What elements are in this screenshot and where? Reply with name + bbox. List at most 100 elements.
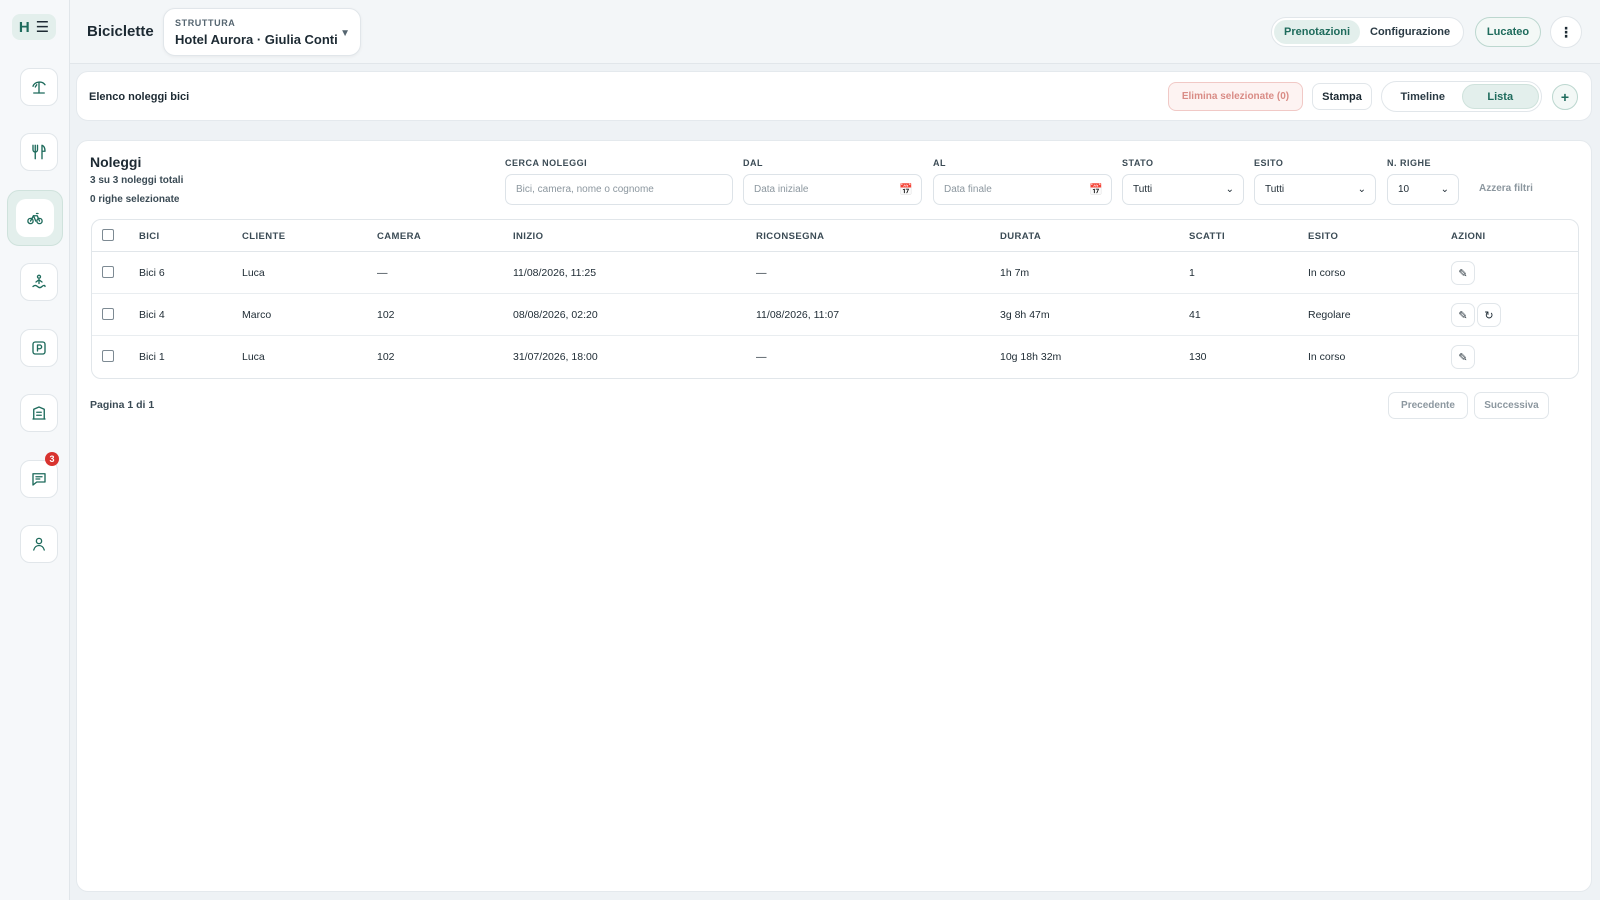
rows-value: 10	[1398, 184, 1410, 195]
sidebar-item-bikes[interactable]	[7, 190, 63, 246]
tab-prenotazioni[interactable]: Prenotazioni	[1274, 20, 1361, 44]
table-row[interactable]: Bici 6 Luca — 11/08/2026, 11:25 — 1h 7m …	[92, 252, 1578, 294]
more-menu-icon[interactable]: ⋮	[1550, 16, 1582, 48]
bike-icon	[27, 212, 43, 225]
cell-client: Marco	[242, 309, 272, 321]
delete-selected-button[interactable]: Elimina selezionate (0)	[1168, 82, 1303, 111]
calendar-icon[interactable]: 📅	[899, 183, 913, 196]
edit-icon[interactable]: ✎	[1451, 345, 1475, 369]
to-date-input[interactable]: Data finale 📅	[933, 174, 1112, 205]
chat-icon	[32, 473, 46, 486]
cell-client: Luca	[242, 351, 265, 363]
column-header: SCATTI	[1189, 231, 1225, 242]
rentals-count: 3 su 3 noleggi totali	[90, 175, 184, 186]
cell-room: 102	[377, 309, 395, 321]
reset-filters-button[interactable]: Azzera filtri	[1479, 183, 1533, 194]
to-date-placeholder: Data finale	[944, 184, 992, 195]
row-checkbox[interactable]	[102, 350, 114, 362]
status-select[interactable]: Tutti ⌄	[1122, 174, 1244, 205]
restore-icon[interactable]: ↻	[1477, 303, 1501, 327]
row-checkbox[interactable]	[102, 308, 114, 320]
toolbar-title: Elenco noleggi bici	[89, 91, 190, 103]
outcome-select[interactable]: Tutti ⌄	[1254, 174, 1376, 205]
edit-icon[interactable]: ✎	[1451, 303, 1475, 327]
structure-selector[interactable]: STRUTTURA Hotel Aurora · Giulia Conti ▼	[163, 8, 361, 56]
sidebar-item-spa[interactable]	[20, 394, 58, 432]
select-all-checkbox[interactable]	[102, 229, 114, 241]
user-button[interactable]: Lucateo	[1475, 17, 1541, 47]
rows-label: N. RIGHE	[1387, 158, 1432, 168]
search-input[interactable]: Bici, camera, nome o cognome	[505, 174, 733, 205]
search-label: CERCA NOLEGGI	[505, 158, 588, 168]
swimmer-icon	[32, 274, 46, 289]
sidebar-item-profile[interactable]	[20, 525, 58, 563]
view-timeline-button[interactable]: Timeline	[1384, 84, 1462, 109]
chevron-down-icon: ⌄	[1357, 184, 1366, 195]
status-value: Tutti	[1133, 184, 1153, 195]
section-title: Noleggi	[90, 154, 142, 170]
column-header: DURATA	[1000, 231, 1042, 242]
caret-down-icon: ▼	[340, 28, 350, 39]
column-header: RICONSEGNA	[756, 231, 825, 242]
cell-start: 08/08/2026, 02:20	[513, 309, 598, 321]
column-header: CAMERA	[377, 231, 422, 242]
cell-bike: Bici 6	[139, 267, 165, 279]
row-checkbox[interactable]	[102, 266, 114, 278]
cell-bike: Bici 4	[139, 309, 165, 321]
chevron-down-icon: ⌄	[1440, 184, 1449, 195]
previous-page-button[interactable]: Precedente	[1388, 392, 1468, 419]
structure-value: Hotel Aurora · Giulia Conti	[175, 32, 338, 47]
table-row[interactable]: Bici 1 Luca 102 31/07/2026, 18:00 — 10g …	[92, 336, 1578, 378]
cell-duration: 10g 18h 32m	[1000, 351, 1062, 363]
selected-count: 0 righe selezionate	[90, 194, 180, 205]
cell-room: 102	[377, 351, 395, 363]
rentals-table: BICI CLIENTE CAMERA INIZIO RICONSEGNA DU…	[91, 219, 1579, 379]
next-page-button[interactable]: Successiva	[1474, 392, 1549, 419]
cell-shots: 130	[1189, 351, 1207, 363]
status-label: STATO	[1122, 158, 1154, 168]
rentals-panel: Noleggi 3 su 3 noleggi totali 0 righe se…	[76, 140, 1592, 892]
cell-outcome: In corso	[1308, 267, 1346, 279]
cell-bike: Bici 1	[139, 351, 165, 363]
sidebar-item-pool[interactable]	[20, 263, 58, 301]
sidebar-item-beach[interactable]	[20, 68, 58, 106]
from-label: DAL	[743, 158, 763, 168]
column-header: BICI	[139, 231, 160, 242]
table-row[interactable]: Bici 4 Marco 102 08/08/2026, 02:20 11/08…	[92, 294, 1578, 336]
list-toolbar: Elenco noleggi bici Elimina selezionate …	[76, 71, 1592, 121]
cell-duration: 3g 8h 47m	[1000, 309, 1050, 321]
view-switch: Timeline Lista	[1381, 81, 1542, 112]
cell-outcome: In corso	[1308, 351, 1346, 363]
sidebar: H ☰ 3	[0, 0, 70, 900]
sidebar-item-parking[interactable]	[20, 329, 58, 367]
from-date-input[interactable]: Data iniziale 📅	[743, 174, 922, 205]
cell-return: —	[756, 351, 767, 363]
menu-toggle-button[interactable]: H ☰	[12, 14, 56, 40]
top-bar: Biciclette STRUTTURA Hotel Aurora · Giul…	[70, 0, 1600, 64]
print-button[interactable]: Stampa	[1312, 83, 1372, 110]
page-title: Biciclette	[87, 23, 154, 40]
notification-badge: 3	[45, 452, 59, 466]
cell-outcome: Regolare	[1308, 309, 1351, 321]
structure-label: STRUTTURA	[175, 18, 236, 28]
add-rental-button[interactable]: +	[1552, 84, 1578, 110]
rows-select[interactable]: 10 ⌄	[1387, 174, 1459, 205]
outcome-value: Tutti	[1265, 184, 1285, 195]
building-icon	[32, 406, 46, 420]
parking-icon	[32, 341, 46, 355]
edit-icon[interactable]: ✎	[1451, 261, 1475, 285]
from-date-placeholder: Data iniziale	[754, 184, 809, 195]
view-list-button[interactable]: Lista	[1461, 84, 1539, 109]
outcome-label: ESITO	[1254, 158, 1284, 168]
table-header: BICI CLIENTE CAMERA INIZIO RICONSEGNA DU…	[92, 220, 1578, 252]
tab-configurazione[interactable]: Configurazione	[1360, 20, 1460, 44]
sidebar-item-messages[interactable]: 3	[20, 452, 59, 498]
sidebar-item-restaurant[interactable]	[20, 133, 58, 171]
cell-start: 31/07/2026, 18:00	[513, 351, 598, 363]
user-icon	[33, 537, 45, 551]
cell-client: Luca	[242, 267, 265, 279]
calendar-icon[interactable]: 📅	[1089, 183, 1103, 196]
cell-start: 11/08/2026, 11:25	[513, 267, 597, 279]
cell-room: —	[377, 267, 388, 279]
hamburger-icon: ☰	[35, 19, 50, 36]
